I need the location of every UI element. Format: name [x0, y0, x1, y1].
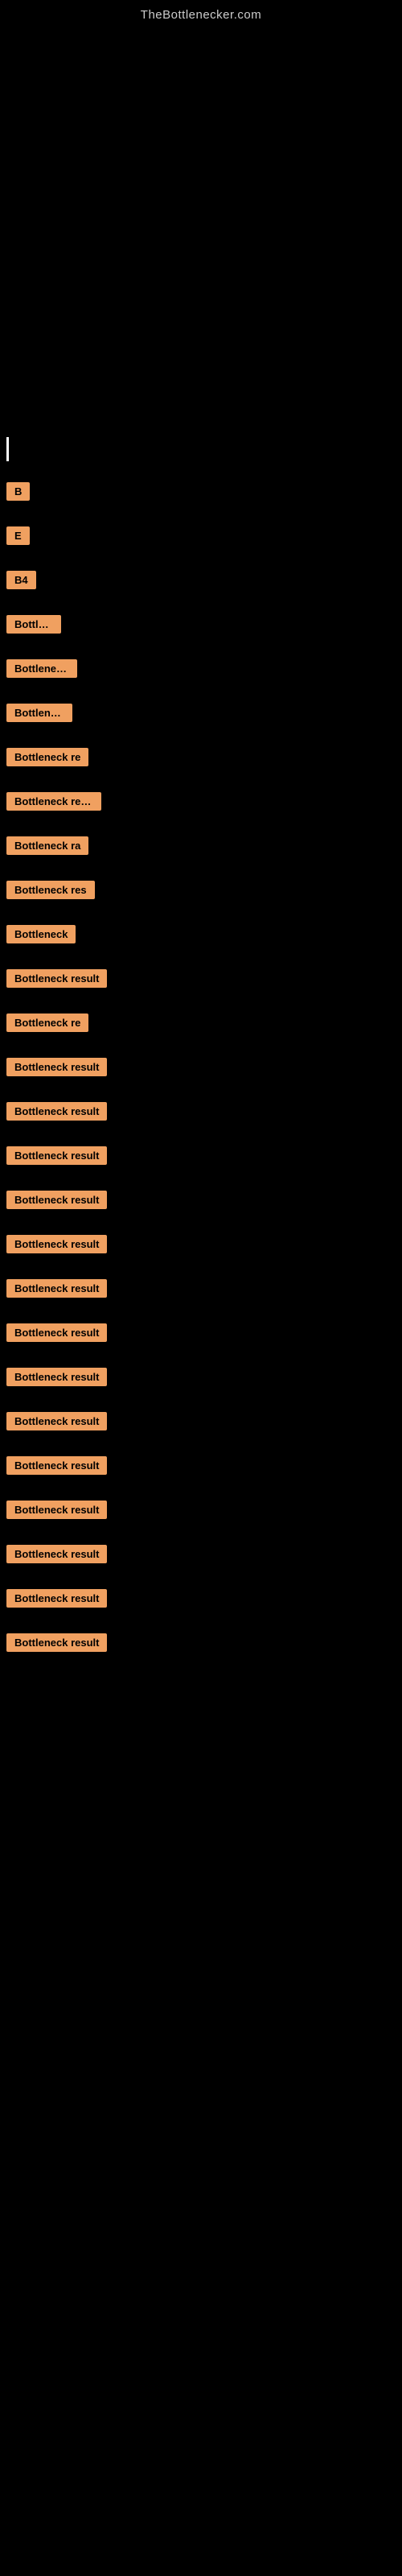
result-row: Bottleneck result [0, 1584, 402, 1612]
bottleneck-badge-19[interactable]: Bottleneck result [6, 1279, 107, 1298]
result-row: Bottleneck [0, 920, 402, 948]
bottleneck-badge-22[interactable]: Bottleneck result [6, 1412, 107, 1430]
bottleneck-badge-1[interactable]: B [6, 482, 30, 501]
bottleneck-badge-16[interactable]: Bottleneck result [6, 1146, 107, 1165]
bottleneck-badge-24[interactable]: Bottleneck result [6, 1501, 107, 1519]
bottleneck-badge-4[interactable]: Bottleneck [6, 615, 61, 634]
result-row: Bottleneck ra [0, 832, 402, 860]
bottleneck-badge-3[interactable]: B4 [6, 571, 36, 589]
result-row: Bottleneck result [0, 964, 402, 993]
bottleneck-badge-15[interactable]: Bottleneck result [6, 1102, 107, 1121]
result-row: Bottleneck result [0, 1097, 402, 1125]
results-section: B E B4 Bottleneck Bottleneck d Bottlenec… [0, 469, 402, 1657]
result-row: Bottleneck result [0, 1363, 402, 1391]
cursor-indicator [6, 437, 9, 461]
result-row: Bottleneck result [0, 1053, 402, 1081]
result-row: Bottleneck [0, 699, 402, 727]
bottleneck-badge-9[interactable]: Bottleneck ra [6, 836, 88, 855]
bottleneck-badge-2[interactable]: E [6, 526, 30, 545]
result-row: B [0, 477, 402, 506]
bottleneck-badge-25[interactable]: Bottleneck result [6, 1545, 107, 1563]
result-row: E [0, 522, 402, 550]
result-row: Bottleneck result [0, 1186, 402, 1214]
bottleneck-badge-26[interactable]: Bottleneck result [6, 1589, 107, 1608]
bottleneck-badge-27[interactable]: Bottleneck result [6, 1633, 107, 1652]
chart-area [0, 27, 402, 429]
bottleneck-badge-8[interactable]: Bottleneck resul [6, 792, 101, 811]
bottleneck-badge-7[interactable]: Bottleneck re [6, 748, 88, 766]
bottleneck-badge-14[interactable]: Bottleneck result [6, 1058, 107, 1076]
result-row: B4 [0, 566, 402, 594]
result-row: Bottleneck d [0, 654, 402, 683]
site-header: TheBottlenecker.com [0, 0, 402, 27]
bottleneck-badge-12[interactable]: Bottleneck result [6, 969, 107, 988]
result-row: Bottleneck result [0, 1629, 402, 1657]
bottleneck-badge-17[interactable]: Bottleneck result [6, 1191, 107, 1209]
result-row: Bottleneck result [0, 1274, 402, 1302]
bottleneck-badge-6[interactable]: Bottleneck [6, 704, 72, 722]
bottleneck-badge-5[interactable]: Bottleneck d [6, 659, 77, 678]
result-row: Bottleneck result [0, 1540, 402, 1568]
result-row: Bottleneck re [0, 1009, 402, 1037]
bottleneck-badge-23[interactable]: Bottleneck result [6, 1456, 107, 1475]
site-title: TheBottlenecker.com [0, 0, 402, 27]
result-row: Bottleneck [0, 610, 402, 638]
result-row: Bottleneck re [0, 743, 402, 771]
result-row: Bottleneck result [0, 1496, 402, 1524]
result-row: Bottleneck resul [0, 787, 402, 815]
bottleneck-badge-20[interactable]: Bottleneck result [6, 1323, 107, 1342]
result-row: Bottleneck result [0, 1319, 402, 1347]
result-row: Bottleneck result [0, 1141, 402, 1170]
result-row: Bottleneck result [0, 1407, 402, 1435]
result-row: Bottleneck result [0, 1230, 402, 1258]
bottleneck-badge-11[interactable]: Bottleneck [6, 925, 76, 943]
bottleneck-badge-10[interactable]: Bottleneck res [6, 881, 95, 899]
result-row: Bottleneck result [0, 1451, 402, 1480]
bottleneck-badge-18[interactable]: Bottleneck result [6, 1235, 107, 1253]
bottleneck-badge-21[interactable]: Bottleneck result [6, 1368, 107, 1386]
bottleneck-badge-13[interactable]: Bottleneck re [6, 1013, 88, 1032]
result-row: Bottleneck res [0, 876, 402, 904]
